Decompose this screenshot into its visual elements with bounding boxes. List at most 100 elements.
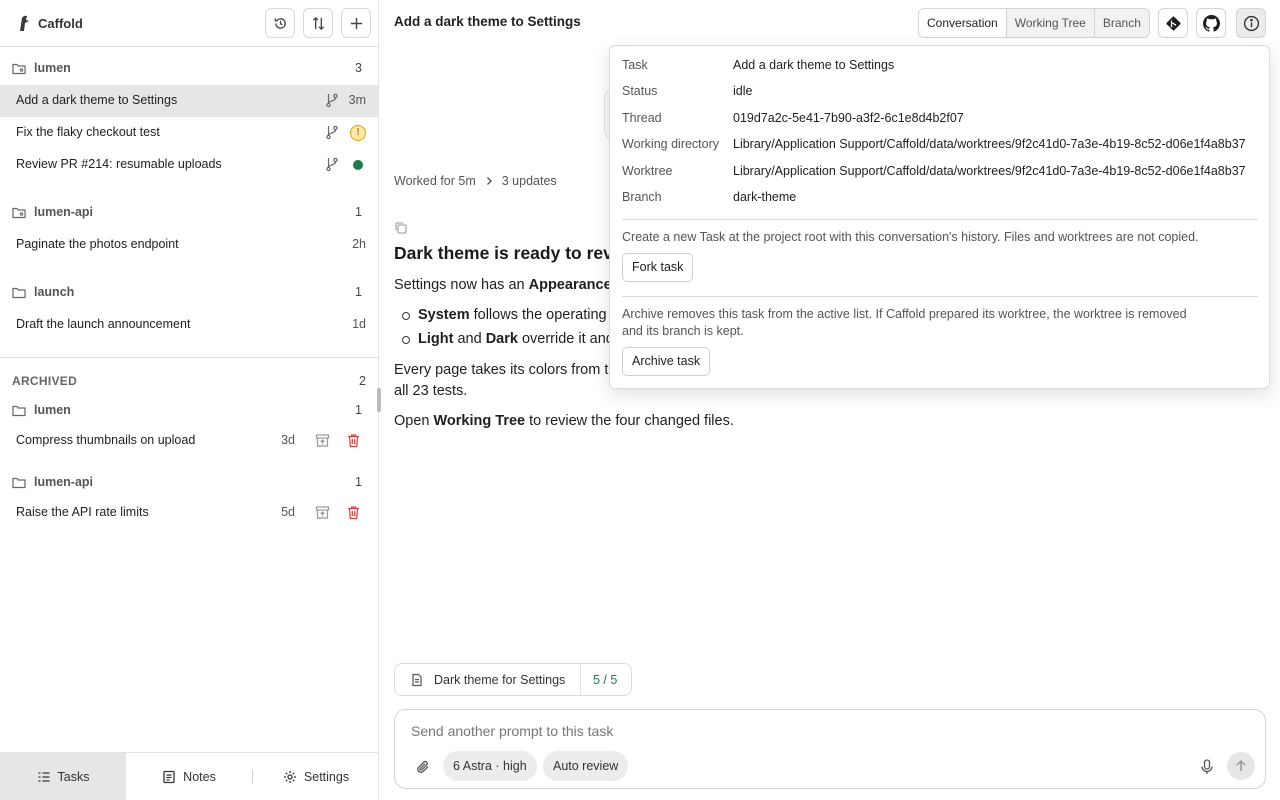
mic-icon[interactable] <box>1200 759 1214 775</box>
answer-heading: Dark theme is ready to revi <box>394 243 618 263</box>
warning-icon: ! <box>350 125 366 141</box>
plan-chip[interactable]: Dark theme for Settings 5 / 5 <box>394 663 632 696</box>
answer-text: Settings now has an <box>394 277 529 293</box>
archived-task-item[interactable]: Raise the API rate limits 5d <box>0 497 379 529</box>
nav-tasks[interactable]: Tasks <box>0 753 126 800</box>
nav-notes[interactable]: Notes <box>126 753 252 800</box>
archived-project-header[interactable]: lumen-api 1 <box>0 468 379 498</box>
worked-summary[interactable]: Worked for 5m 3 updates <box>394 174 557 188</box>
task-title: Review PR #214: resumable uploads <box>16 157 222 171</box>
trash-icon[interactable] <box>346 433 361 448</box>
page-title: Add a dark theme to Settings <box>394 14 581 29</box>
answer-text: to review the four changed files. <box>525 413 734 429</box>
tab-branch[interactable]: Branch <box>1093 9 1149 37</box>
info-key: Thread <box>622 111 662 125</box>
history-icon <box>274 17 286 29</box>
git-button[interactable] <box>1158 8 1188 38</box>
unarchive-icon[interactable] <box>315 433 330 448</box>
project-header-lumen[interactable]: lumen 3 <box>0 54 379 84</box>
send-button[interactable] <box>1227 752 1255 780</box>
paperclip-icon[interactable] <box>415 759 431 775</box>
folder-icon <box>12 287 26 299</box>
task-title: Raise the API rate limits <box>16 505 149 519</box>
task-age: 5d <box>281 505 295 519</box>
info-value: idle <box>733 84 753 98</box>
github-button[interactable] <box>1196 8 1226 38</box>
archived-task-item[interactable]: Compress thumbnails on upload 3d <box>0 425 379 457</box>
document-icon <box>412 673 422 686</box>
plan-progress: 5 / 5 <box>593 673 618 687</box>
archive-description: Archive removes this task from the activ… <box>622 307 1187 338</box>
tasks-icon <box>38 772 50 782</box>
github-icon <box>1202 14 1220 32</box>
project-header-launch[interactable]: launch 1 <box>0 278 379 308</box>
fork-task-button[interactable]: Fork task <box>622 253 694 282</box>
task-item[interactable]: Fix the flaky checkout test ! <box>0 117 379 149</box>
answer-paragraph: Open Working Tree to review the four cha… <box>394 411 734 432</box>
app-logo-icon <box>20 15 29 31</box>
archive-task-button[interactable]: Archive task <box>622 347 711 376</box>
project-header-lumen-api[interactable]: lumen-api 1 <box>0 198 379 228</box>
folder-branch-icon <box>12 63 26 75</box>
info-value: 019d7a2c-5e41-7b90-a3f2-6c1e8d4b2f07 <box>733 111 964 125</box>
info-button[interactable] <box>1236 8 1266 38</box>
project-name: lumen <box>34 403 71 417</box>
tab-working-tree[interactable]: Working Tree <box>1005 9 1094 37</box>
settings-icon <box>283 771 296 783</box>
task-item[interactable]: Add a dark theme to Settings 3m <box>0 85 379 117</box>
sort-icon <box>312 16 324 30</box>
info-key: Branch <box>622 190 662 204</box>
app-name: Caffold <box>38 15 83 31</box>
copy-icon[interactable] <box>394 221 408 235</box>
auto-review-toggle[interactable]: Auto review <box>543 751 629 781</box>
bullet-text: override it and <box>517 331 614 347</box>
tab-conversation[interactable]: Conversation <box>919 9 1006 37</box>
folder-branch-icon <box>12 207 26 219</box>
send-icon <box>1236 759 1246 771</box>
composer: Send another prompt to this task 6 Astra… <box>394 709 1266 789</box>
task-age: 3d <box>281 433 295 447</box>
task-title: Compress thumbnails on upload <box>16 433 196 447</box>
answer-paragraph: Every page takes its colors from t <box>394 362 609 378</box>
new-task-button[interactable] <box>341 8 371 38</box>
sidebar-header: Caffold <box>0 0 379 47</box>
model-selector[interactable]: 6 Astra · high <box>443 751 537 781</box>
branch-icon <box>326 157 338 172</box>
bullet-bold: Light <box>418 331 454 347</box>
task-title: Draft the launch announcement <box>16 317 191 331</box>
task-item[interactable]: Paginate the photos endpoint 2h <box>0 229 379 261</box>
info-key: Worktree <box>622 164 673 178</box>
task-age: 3m <box>348 93 366 107</box>
sort-button[interactable] <box>303 8 333 38</box>
view-switcher: Conversation Working Tree Branch <box>918 8 1150 38</box>
notes-icon <box>163 770 175 784</box>
archived-title: ARCHIVED <box>12 374 78 388</box>
branch-icon <box>326 93 338 108</box>
task-item[interactable]: Review PR #214: resumable uploads <box>0 149 379 181</box>
archived-project-header[interactable]: lumen 1 <box>0 396 379 426</box>
task-age: 2h <box>352 237 366 251</box>
answer-bullet: Light and Dark override it and <box>402 329 614 350</box>
prompt-input[interactable]: Send another prompt to this task <box>411 723 613 739</box>
nav-label: Notes <box>183 770 216 784</box>
trash-icon[interactable] <box>346 505 361 520</box>
task-age: 1d <box>352 317 366 331</box>
task-item[interactable]: Draft the launch announcement 1d <box>0 309 379 341</box>
divider <box>0 357 379 358</box>
nav-settings[interactable]: Settings <box>253 753 379 800</box>
answer-bold: Working Tree <box>433 413 526 429</box>
history-button[interactable] <box>265 8 295 38</box>
app-brand: Caffold <box>16 14 83 32</box>
folder-icon <box>12 405 26 417</box>
project-name: lumen <box>34 61 71 75</box>
unarchive-icon[interactable] <box>315 505 330 520</box>
bullet-bold: System <box>418 307 470 323</box>
task-info-popover: Task Add a dark theme to Settings Status… <box>609 45 1270 389</box>
worked-updates: 3 updates <box>501 174 557 188</box>
plus-icon <box>350 17 362 29</box>
bullet-text: follows the operating <box>469 307 607 323</box>
project-name: lumen-api <box>34 475 94 489</box>
answer-paragraph: Settings now has an Appearance <box>394 275 612 296</box>
branch-icon <box>326 125 338 140</box>
plan-divider <box>580 664 581 695</box>
